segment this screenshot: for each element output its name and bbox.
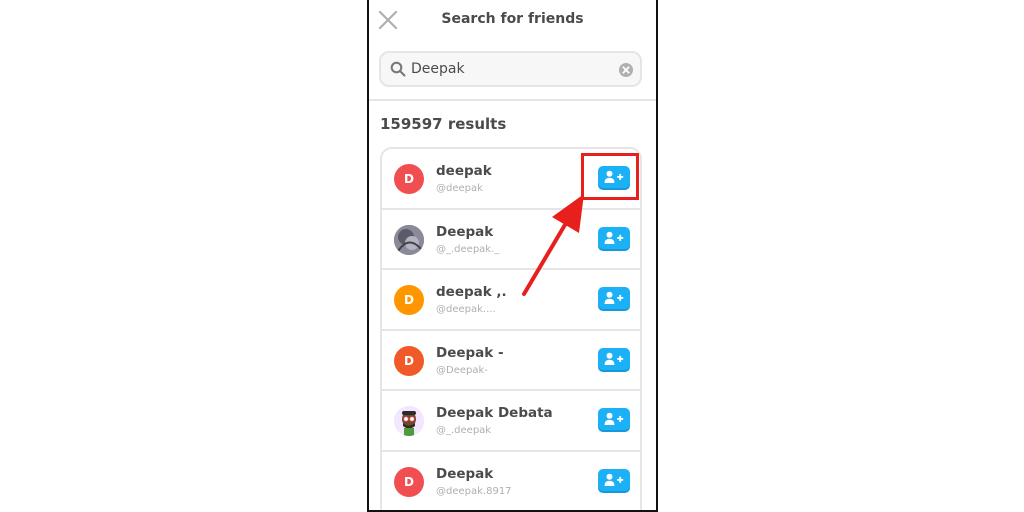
annotation-arrow-icon [522, 194, 584, 296]
